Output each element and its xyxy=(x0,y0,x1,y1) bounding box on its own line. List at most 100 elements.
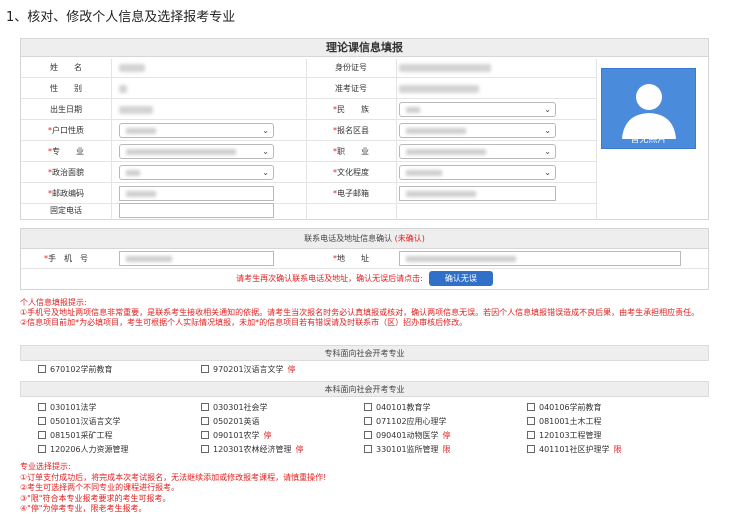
checkbox[interactable] xyxy=(527,417,535,425)
checkbox[interactable] xyxy=(527,403,535,411)
major-label-text: 专 业 xyxy=(52,147,84,156)
occupation-select[interactable]: ⌄ xyxy=(399,144,556,159)
major-label: 090101农学 xyxy=(213,431,260,440)
major-checkbox[interactable]: 071102应用心理学 xyxy=(364,416,451,428)
checkbox[interactable] xyxy=(201,431,209,439)
major-checkbox[interactable]: 040106学前教育 xyxy=(527,402,606,414)
major-label: 081501采矿工程 xyxy=(50,431,113,440)
chevron-down-icon: ⌄ xyxy=(262,147,269,156)
id-number-label: 身份证号 xyxy=(335,63,367,72)
checkbox[interactable] xyxy=(38,445,46,453)
address-label-text: 地 址 xyxy=(337,254,369,263)
specialty-section-title: 专科面向社会开考专业 xyxy=(20,345,709,361)
photo-caption: 暂无照片 xyxy=(630,135,667,145)
major-label: 120206人力资源管理 xyxy=(50,445,129,454)
politics-label-text: 政治面貌 xyxy=(52,168,84,177)
name-value xyxy=(119,64,145,72)
tips-line: ④"停"为停考专业，限老考生报考。 xyxy=(20,504,147,513)
ethnicity-select[interactable]: ⌄ xyxy=(399,102,556,117)
politics-label: *政治面貌 xyxy=(21,163,111,183)
major-checkbox[interactable]: 330101监所管理限 xyxy=(364,444,451,456)
checkbox[interactable] xyxy=(364,417,372,425)
major-checkbox[interactable]: 081501采矿工程 xyxy=(38,430,117,442)
checkbox[interactable] xyxy=(201,417,209,425)
major-checkbox[interactable]: 120301农林经济管理停 xyxy=(201,444,304,456)
column-divider xyxy=(396,59,397,220)
major-select[interactable]: ⌄ xyxy=(119,144,274,159)
tips-line: ②考生可选择两个不同专业的课程进行报考。 xyxy=(20,483,180,492)
undergrad-section-title: 本科面向社会开考专业 xyxy=(20,381,709,397)
id-number-value xyxy=(399,64,491,72)
tips-line: ①订单支付成功后，将完成本次考试报名，无法继续添加或修改报考课程，请慎重操作! xyxy=(20,472,327,482)
major-checkbox[interactable]: 670102学前教育 xyxy=(38,364,117,376)
major-tag: 停 xyxy=(442,431,451,440)
checkbox[interactable] xyxy=(527,445,535,453)
checkbox[interactable] xyxy=(201,445,209,453)
major-selection-tips: 专业选择提示: ①订单支付成功后，将完成本次考试报名，无法继续添加或修改报考课程… xyxy=(20,462,710,515)
education-select[interactable]: ⌄ xyxy=(399,165,556,180)
postcode-input[interactable] xyxy=(119,186,274,201)
major-label: 040106学前教育 xyxy=(539,403,602,412)
mobile-label: *手 机 号 xyxy=(21,249,111,269)
birth-label: 出生日期 xyxy=(50,105,82,114)
tips-title: 专业选择提示: xyxy=(20,462,71,471)
major-checkbox[interactable]: 030101法学 xyxy=(38,402,101,414)
major-checkbox[interactable]: 401101社区护理学限 xyxy=(527,444,622,456)
major-checkbox[interactable]: 050101汉语言文学 xyxy=(38,416,125,428)
email-input[interactable] xyxy=(399,186,556,201)
column-divider xyxy=(111,59,112,220)
form-row-name: 姓 名 身份证号 xyxy=(21,58,596,78)
major-label: 401101社区护理学 xyxy=(539,445,610,454)
major-label: 030301社会学 xyxy=(213,403,268,412)
chevron-down-icon: ⌄ xyxy=(544,126,551,135)
mobile-label-text: 手 机 号 xyxy=(48,254,88,263)
contact-title: 联系电话及地址信息确认 (未确认) xyxy=(21,229,708,249)
personal-info-form: 理论课信息填报 姓 名 身份证号 性 别 准考证号 出生日期 *民 族 ⌄ *户… xyxy=(20,38,709,220)
confirm-button[interactable]: 确认无误 xyxy=(428,271,493,286)
checkbox[interactable] xyxy=(527,431,535,439)
major-label: 970201汉语言文学 xyxy=(213,365,284,374)
major-checkbox[interactable]: 120103工程管理 xyxy=(527,430,606,442)
avatar-icon xyxy=(622,84,676,139)
address-input[interactable] xyxy=(399,251,681,266)
occupation-label: *职 业 xyxy=(306,142,396,162)
major-checkbox[interactable]: 090101农学停 xyxy=(201,430,272,442)
major-label: 120301农林经济管理 xyxy=(213,445,292,454)
phone-input[interactable] xyxy=(119,203,274,218)
major-label: 081001土木工程 xyxy=(539,417,602,426)
confirm-line: 请考生再次确认联系电话及地址，确认无误后请点击: 确认无误 xyxy=(21,270,708,290)
hukou-select[interactable]: ⌄ xyxy=(119,123,274,138)
major-checkbox[interactable]: 120206人力资源管理 xyxy=(38,444,133,456)
education-label: *文化程度 xyxy=(306,163,396,183)
checkbox[interactable] xyxy=(364,403,372,411)
politics-select[interactable]: ⌄ xyxy=(119,165,274,180)
major-checkbox[interactable]: 040101教育学 xyxy=(364,402,435,414)
checkbox[interactable] xyxy=(38,365,46,373)
major-checkbox[interactable]: 970201汉语言文学停 xyxy=(201,364,296,376)
exam-district-label: *报名区县 xyxy=(306,121,396,141)
major-checkbox[interactable]: 030301社会学 xyxy=(201,402,272,414)
column-divider xyxy=(306,59,307,220)
major-checkbox[interactable]: 050201英语 xyxy=(201,416,264,428)
major-checkbox[interactable]: 090401动物医学停 xyxy=(364,430,451,442)
personal-info-tips: 个人信息填报提示: ①手机号及地址两项信息非常重要，是联系考生接收相关通知的依据… xyxy=(20,298,710,328)
name-label: 姓 名 xyxy=(50,63,82,72)
postcode-label-text: 邮政编码 xyxy=(52,189,84,198)
profile-photo: 暂无照片 xyxy=(601,68,696,149)
form-title: 理论课信息填报 xyxy=(21,39,708,57)
major-checkbox[interactable]: 081001土木工程 xyxy=(527,416,606,428)
checkbox[interactable] xyxy=(38,403,46,411)
checkbox[interactable] xyxy=(38,431,46,439)
checkbox[interactable] xyxy=(364,445,372,453)
major-tag: 停 xyxy=(287,365,296,374)
form-row-major: *专 业 ⌄ *职 业 ⌄ xyxy=(21,142,596,162)
address-label: *地 址 xyxy=(306,249,396,269)
major-label: *专 业 xyxy=(21,142,111,162)
checkbox[interactable] xyxy=(38,417,46,425)
checkbox[interactable] xyxy=(201,365,209,373)
exam-district-label-text: 报名区县 xyxy=(337,126,369,135)
checkbox[interactable] xyxy=(364,431,372,439)
mobile-input[interactable] xyxy=(119,251,274,266)
exam-district-select[interactable]: ⌄ xyxy=(399,123,556,138)
checkbox[interactable] xyxy=(201,403,209,411)
